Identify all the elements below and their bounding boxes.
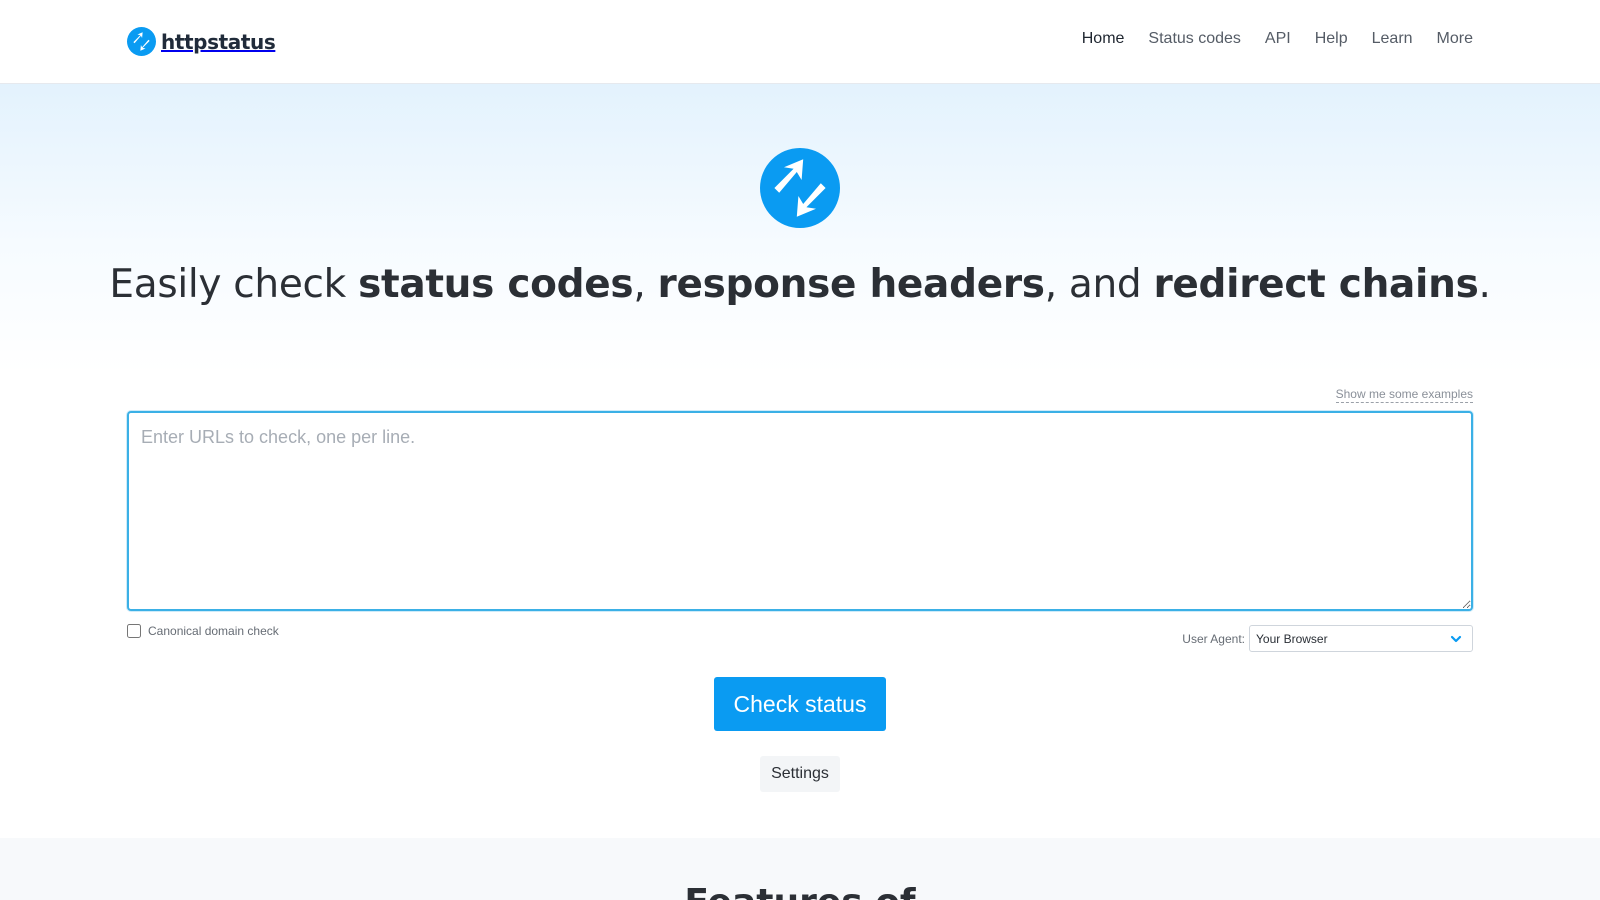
- headline-text: , and: [1044, 262, 1154, 307]
- top-navbar: httpstatus Home Status codes API Help Le…: [0, 0, 1600, 84]
- settings-button[interactable]: Settings: [760, 756, 840, 792]
- hero-headline: Easily check status codes, response head…: [0, 262, 1600, 307]
- user-agent-label: User Agent:: [1182, 631, 1245, 646]
- canonical-check-option: Canonical domain check: [127, 624, 279, 638]
- chevron-down-icon: [1450, 635, 1462, 643]
- features-section: Features of: [0, 838, 1600, 900]
- show-examples-link[interactable]: Show me some examples: [1335, 387, 1473, 403]
- headline-response-headers: response headers: [657, 262, 1045, 307]
- headline-status-codes: status codes: [358, 262, 634, 307]
- nav-item-more[interactable]: More: [1437, 30, 1473, 48]
- main-nav: Home Status codes API Help Learn More: [1082, 30, 1473, 48]
- headline-text: Easily check: [109, 262, 359, 307]
- canonical-domain-label[interactable]: Canonical domain check: [148, 624, 279, 638]
- hero-section: Easily check status codes, response head…: [0, 84, 1600, 838]
- url-list-input[interactable]: [127, 411, 1473, 611]
- headline-text: .: [1478, 262, 1491, 307]
- features-heading: Features of: [0, 882, 1600, 900]
- user-agent-row: User Agent: Your Browser: [1182, 625, 1473, 652]
- nav-item-help[interactable]: Help: [1315, 30, 1348, 48]
- user-agent-select[interactable]: Your Browser: [1249, 625, 1473, 652]
- redirect-arrows-icon: [127, 27, 156, 56]
- brand-logo-link[interactable]: httpstatus: [127, 27, 276, 56]
- nav-item-status-codes[interactable]: Status codes: [1148, 30, 1241, 48]
- redirect-arrows-icon: [760, 148, 840, 228]
- brand-name: httpstatus: [161, 29, 276, 54]
- canonical-domain-checkbox[interactable]: [127, 624, 141, 638]
- headline-text: ,: [633, 262, 658, 307]
- user-agent-value: Your Browser: [1256, 631, 1328, 646]
- nav-item-learn[interactable]: Learn: [1372, 30, 1413, 48]
- nav-item-api[interactable]: API: [1265, 30, 1291, 48]
- headline-redirect-chains: redirect chains: [1153, 262, 1479, 307]
- check-status-button[interactable]: Check status: [714, 677, 886, 731]
- nav-item-home[interactable]: Home: [1082, 30, 1125, 48]
